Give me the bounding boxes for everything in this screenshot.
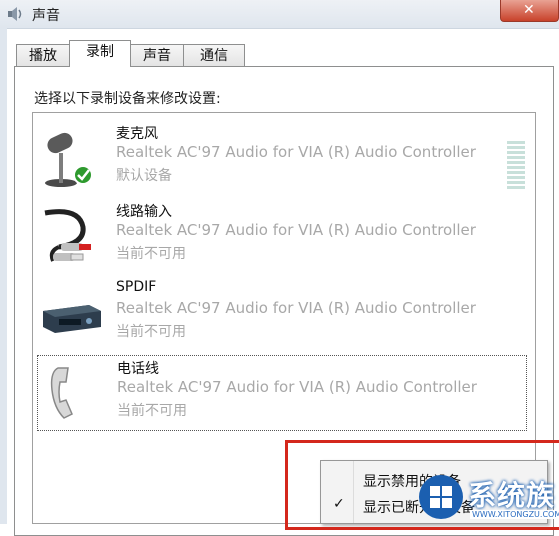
watermark: 系统族 WWW.XITONGZU.COM xyxy=(416,470,559,524)
device-description: Realtek AC'97 Audio for VIA (R) Audio Co… xyxy=(116,221,476,239)
telephone-handset-icon xyxy=(50,367,73,419)
green-check-icon xyxy=(73,165,93,185)
device-status: 当前不可用 xyxy=(116,246,186,262)
close-icon: ✕ xyxy=(523,2,535,18)
device-name: 电话线 xyxy=(117,361,159,377)
line-in-cable-icon xyxy=(44,209,91,262)
level-meter xyxy=(507,141,525,189)
list-item-line-in[interactable]: 线路输入 Realtek AC'97 Audio for VIA (R) Aud… xyxy=(37,199,527,275)
title-bar: 声音 ✕ xyxy=(0,0,559,29)
watermark-url: WWW.XITONGZU.COM xyxy=(470,510,559,519)
watermark-logo-icon xyxy=(419,475,463,519)
list-item-microphone[interactable]: 麦克风 Realtek AC'97 Audio for VIA (R) Audi… xyxy=(37,121,527,197)
device-status: 当前不可用 xyxy=(116,324,186,340)
window-frame xyxy=(0,28,7,524)
device-name: SPDIF xyxy=(116,279,157,295)
tab-recording[interactable]: 录制 xyxy=(69,40,131,67)
device-status: 当前不可用 xyxy=(117,403,187,419)
tab-communications[interactable]: 通信 xyxy=(183,44,245,66)
list-item-telephone[interactable]: 电话线 Realtek AC'97 Audio for VIA (R) Audi… xyxy=(37,355,527,431)
device-description: Realtek AC'97 Audio for VIA (R) Audio Co… xyxy=(116,299,476,317)
device-name: 麦克风 xyxy=(116,126,158,142)
device-description: Realtek AC'97 Audio for VIA (R) Audio Co… xyxy=(117,378,477,396)
device-status: 默认设备 xyxy=(116,168,172,184)
microphone-icon xyxy=(45,132,93,187)
device-name: 线路输入 xyxy=(116,204,172,220)
tab-playback[interactable]: 播放 xyxy=(16,44,70,66)
device-description: Realtek AC'97 Audio for VIA (R) Audio Co… xyxy=(116,143,476,161)
list-item-spdif[interactable]: SPDIF Realtek AC'97 Audio for VIA (R) Au… xyxy=(37,277,527,353)
watermark-text: 系统族 xyxy=(468,479,556,512)
speaker-icon xyxy=(8,7,22,21)
close-button[interactable]: ✕ xyxy=(500,0,559,22)
instruction-text: 选择以下录制设备来修改设置: xyxy=(34,91,221,107)
window-title: 声音 xyxy=(32,8,60,24)
spdif-device-icon xyxy=(43,305,101,333)
tab-sounds[interactable]: 声音 xyxy=(130,44,184,66)
